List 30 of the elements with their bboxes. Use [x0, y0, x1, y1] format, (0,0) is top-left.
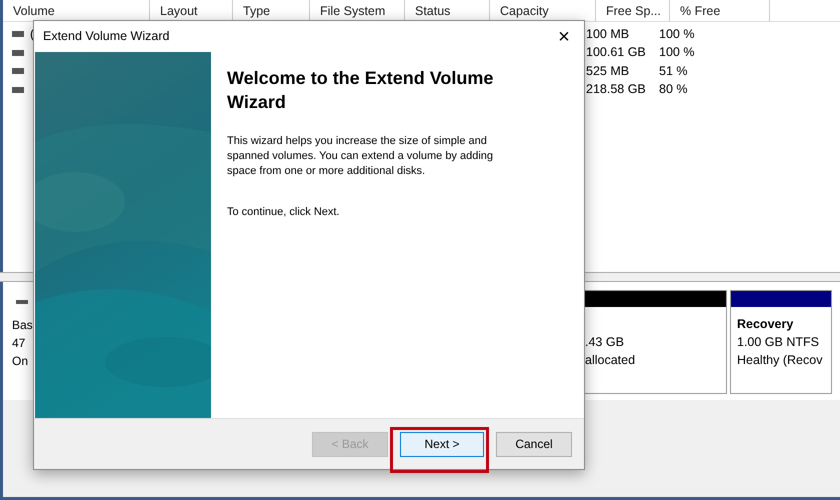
close-button[interactable]: × [544, 26, 584, 48]
table-cell-text: 100.61 GB [586, 44, 647, 62]
wizard-button[interactable]: Cancel [496, 432, 572, 457]
wizard-description: This wizard helps you increase the size of simple and spanned volumes. You can extend a volume by adding space from one or more additional disks. [227, 134, 494, 180]
partition-info: .43 GB [585, 334, 625, 351]
partition-info: allocated [585, 352, 636, 369]
wizard-hint: To continue, click Next. [227, 205, 340, 220]
drive-icon [12, 86, 24, 93]
column-header[interactable]: Free Sp... [596, 0, 670, 22]
drive-icon [16, 300, 28, 304]
partition-info: Healthy (Recov [737, 352, 824, 369]
wizard-button[interactable]: Next > [400, 432, 484, 457]
table-cell-text: 218.58 GB [586, 81, 647, 98]
partition-title: Recovery [737, 316, 794, 333]
disk-label: On [12, 353, 30, 370]
table-cell-text: 525 MB [586, 62, 630, 80]
wizard-heading: Welcome to the Extend Volume Wizard [227, 67, 494, 114]
drive-icon [12, 68, 24, 74]
table-cell-text: 80 % [659, 81, 688, 98]
drive-icon [12, 50, 24, 56]
table-cell-text: 51 % [659, 62, 688, 80]
table-cell-text: 100 MB [586, 26, 630, 43]
drive-icon [12, 31, 24, 38]
disk-label: Bas [12, 317, 34, 334]
table-cell-text: 100 % [659, 26, 694, 43]
window-title: Extend Volume Wizard [43, 28, 170, 46]
table-cell-text: 100 % [659, 44, 694, 62]
partition-info: 1.00 GB NTFS [737, 334, 820, 351]
disk-label: 47 [12, 335, 26, 352]
column-header[interactable]: % Free [670, 0, 770, 22]
